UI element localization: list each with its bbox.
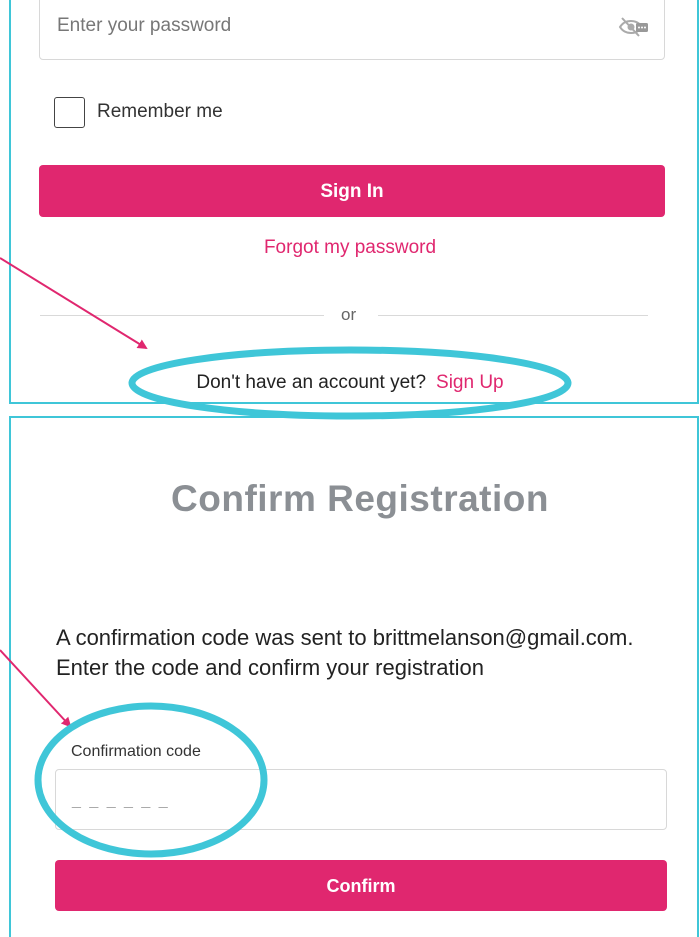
confirmation-message: A confirmation code was sent to brittmel… xyxy=(56,625,634,680)
forgot-password-link[interactable]: Forgot my password xyxy=(0,237,700,259)
password-input[interactable]: Enter your password xyxy=(39,0,665,60)
page-title: Confirm Registration xyxy=(171,478,549,519)
sign-up-link[interactable]: Sign Up xyxy=(436,372,504,393)
eye-slash-icon[interactable] xyxy=(618,15,648,39)
confirmation-code-placeholder: _ _ _ _ _ _ xyxy=(72,792,170,809)
divider-line-left xyxy=(40,315,324,316)
signup-prompt-row: Don't have an account yet? Sign Up xyxy=(0,372,700,394)
signup-prompt-text: Don't have an account yet? xyxy=(196,372,427,393)
divider-or-text: or xyxy=(341,305,357,324)
confirmation-code-label: Confirmation code xyxy=(71,743,201,760)
sign-in-button[interactable]: Sign In xyxy=(39,165,665,217)
divider-line-right xyxy=(378,315,648,316)
confirm-button[interactable]: Confirm xyxy=(55,860,667,911)
remember-me-label: Remember me xyxy=(97,101,223,122)
confirmation-code-input[interactable]: _ _ _ _ _ _ xyxy=(55,769,667,830)
password-placeholder: Enter your password xyxy=(57,15,232,36)
remember-me-checkbox[interactable] xyxy=(54,97,85,128)
